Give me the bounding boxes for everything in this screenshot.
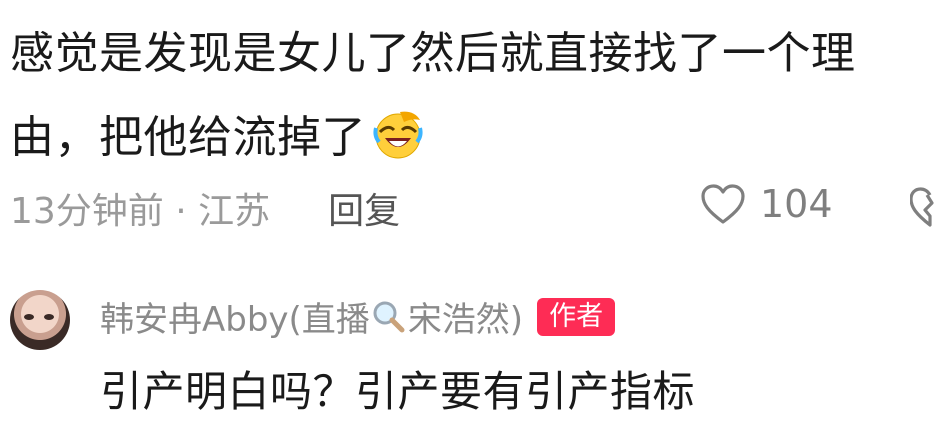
author-name-part1: 韩安冉Abby(直播 [100,300,370,340]
reply-comment: 韩安冉Abby(直播 宋浩然) 作者 引产明白吗？引产要有引产指标 [0,282,943,432]
like-count: 104 [760,182,833,226]
comment-meta-row: 13分钟前 · 江苏 回复 104 [10,178,943,238]
author-badge: 作者 [537,297,616,336]
author-name-part2: 宋浩然) [407,300,524,340]
heart-outline-icon [701,184,745,224]
reply-text: 引产明白吗？引产要有引产指标 [100,367,696,416]
comment-line-2: 由，把他给流掉了 [10,112,366,163]
broken-heart-icon[interactable] [910,186,943,228]
rofl-emoji-icon [373,111,423,159]
reply-button[interactable]: 回复 [328,182,400,234]
comment-text: 感觉是发现是女儿了然后就直接找了一个理 由，把他给流掉了 [10,12,935,180]
comment-time-location: 13分钟前 · 江苏 [10,191,271,232]
like-button[interactable]: 104 [700,182,833,226]
avatar[interactable] [10,290,70,350]
reply-author-line[interactable]: 韩安冉Abby(直播 宋浩然) 作者 [100,292,616,341]
magnifier-icon [373,301,405,332]
comment-line-1: 感觉是发现是女儿了然后就直接找了一个理 [10,28,856,79]
